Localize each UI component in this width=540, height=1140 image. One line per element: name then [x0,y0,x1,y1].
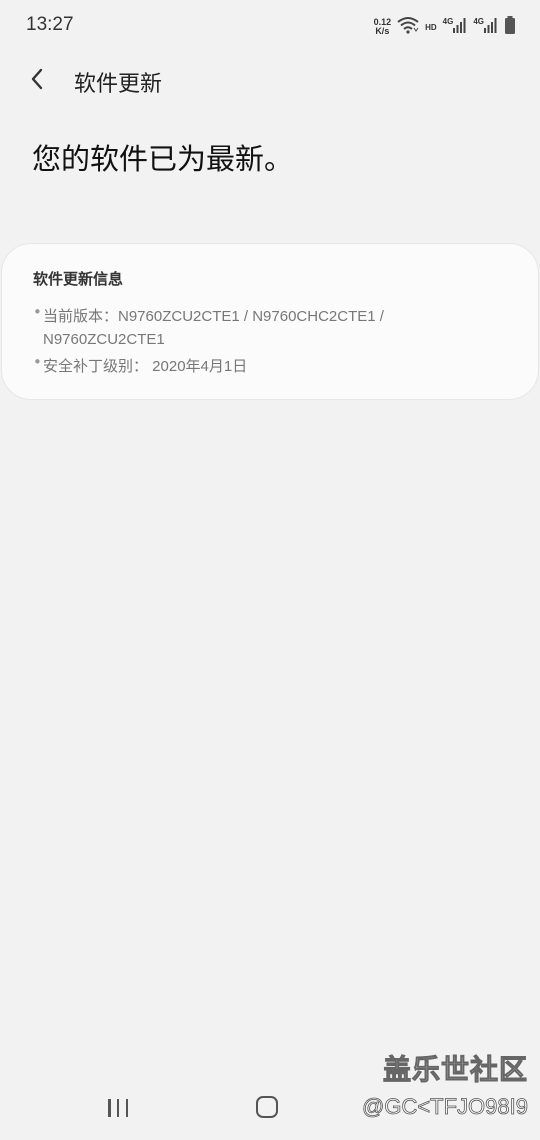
app-header: 软件更新 [0,52,540,108]
home-button[interactable] [256,1096,278,1118]
wifi-icon [397,16,419,38]
software-update-info-card: 软件更新信息 • 当前版本：N9760ZCU2CTE1 / N9760CHC2C… [1,243,539,400]
recent-apps-icon-bar [125,1099,128,1117]
chevron-left-icon [29,67,45,95]
status-bar: 13:27 0.12 K/s HD 4G 4G [0,0,540,52]
card-title: 软件更新信息 [33,270,124,288]
recent-apps-button[interactable] [104,1094,132,1122]
navigation-bar [0,1076,540,1140]
sim1-signal: 4G [443,17,468,37]
hd-label: HD [425,22,437,32]
current-version-line-2: N9760ZCU2CTE1 [43,331,165,348]
signal-icon [484,17,498,37]
page-title: 软件更新 [74,72,163,97]
security-patch-level: 安全补丁级别： 2020年4月1日 [43,358,248,375]
status-icons: 0.12 K/s HD 4G 4G [374,16,516,38]
sim2-network-label: 4G [473,17,484,26]
network-speed: 0.12 K/s [374,18,392,36]
signal-icon [453,17,467,37]
sim2-signal: 4G [473,17,498,37]
bullet: • [33,303,42,321]
recent-apps-icon-bar [116,1099,120,1117]
current-version-line-1: 当前版本：N9760ZCU2CTE1 / N9760CHC2CTE1 / [43,308,384,325]
status-time: 13:27 [26,14,74,35]
update-status-message: 您的软件已为最新。 [32,142,294,176]
back-button[interactable] [22,66,52,96]
sim1-network-label: 4G [442,17,454,26]
network-speed-unit: K/s [375,26,390,36]
bullet: • [33,353,42,371]
battery-icon [504,16,516,38]
recent-apps-icon-bar [108,1099,111,1117]
